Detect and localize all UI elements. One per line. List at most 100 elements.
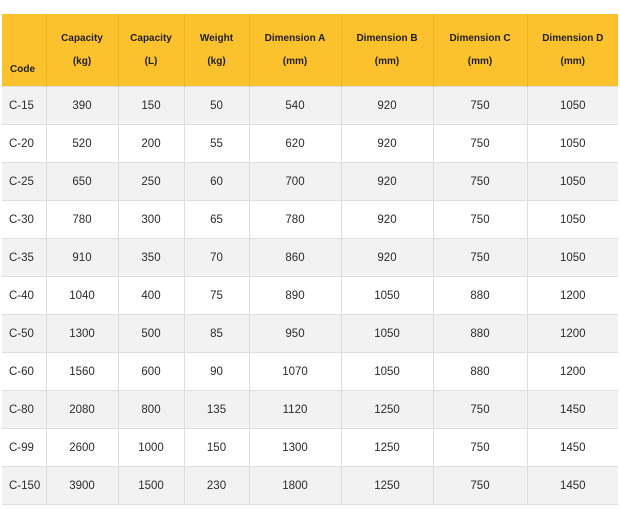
cell-dimension-d: 1050 (527, 86, 618, 125)
cell-code: C-15 (2, 86, 47, 125)
cell-capacity-l: 150 (118, 86, 185, 125)
header-code-label: Code (10, 64, 35, 75)
cell-dimension-a: 780 (249, 200, 342, 239)
cell-weight-kg: 135 (184, 390, 250, 429)
cell-capacity-kg: 3900 (46, 466, 119, 505)
header-line1: Dimension C (449, 33, 511, 44)
cell-dimension-c: 750 (433, 200, 528, 239)
cell-dimension-b: 920 (341, 238, 434, 277)
header-line2: (kg) (207, 56, 226, 67)
table-row: C-25 650 250 60 700 920 750 1050 (2, 162, 618, 201)
cell-dimension-d: 1050 (527, 124, 618, 163)
cell-dimension-a: 1800 (249, 466, 342, 505)
header-capacity-l: Capacity (L) (118, 14, 185, 87)
cell-dimension-d: 1050 (527, 200, 618, 239)
header-line2: (mm) (374, 56, 400, 67)
header-dimension-d: Dimension D (mm) (527, 14, 618, 87)
cell-dimension-a: 1300 (249, 428, 342, 467)
header-weight-kg: Weight (kg) (184, 14, 250, 87)
cell-code: C-30 (2, 200, 47, 239)
cell-capacity-l: 1500 (118, 466, 185, 505)
cell-capacity-l: 300 (118, 200, 185, 239)
cell-dimension-c: 750 (433, 428, 528, 467)
cell-weight-kg: 55 (184, 124, 250, 163)
cell-dimension-a: 620 (249, 124, 342, 163)
header-dimension-b: Dimension B (mm) (341, 14, 434, 87)
cell-dimension-d: 1200 (527, 352, 618, 391)
spec-table-container: Code Capacity (kg) Capacity (L) Weight (… (2, 14, 618, 505)
cell-code: C-40 (2, 276, 47, 315)
table-row: C-60 1560 600 90 1070 1050 880 1200 (2, 352, 618, 391)
cell-capacity-l: 350 (118, 238, 185, 277)
table-row: C-40 1040 400 75 890 1050 880 1200 (2, 276, 618, 315)
cell-weight-kg: 70 (184, 238, 250, 277)
cell-weight-kg: 150 (184, 428, 250, 467)
header-line2: (mm) (560, 56, 585, 67)
header-line2: (L) (144, 56, 158, 67)
cell-capacity-l: 250 (118, 162, 185, 201)
cell-dimension-b: 1050 (341, 276, 434, 315)
table-row: C-35 910 350 70 860 920 750 1050 (2, 238, 618, 277)
cell-weight-kg: 50 (184, 86, 250, 125)
cell-capacity-kg: 520 (46, 124, 119, 163)
header-line1: Weight (199, 33, 234, 44)
header-line2: (kg) (72, 56, 92, 67)
cell-dimension-d: 1050 (527, 162, 618, 201)
cell-dimension-a: 700 (249, 162, 342, 201)
cell-weight-kg: 60 (184, 162, 250, 201)
table-row: C-50 1300 500 85 950 1050 880 1200 (2, 314, 618, 353)
cell-dimension-d: 1450 (527, 390, 618, 429)
cell-dimension-d: 1450 (527, 428, 618, 467)
cell-dimension-b: 1250 (341, 390, 434, 429)
cell-weight-kg: 90 (184, 352, 250, 391)
header-line2: (mm) (467, 56, 493, 67)
table-row: C-80 2080 800 135 1120 1250 750 1450 (2, 390, 618, 429)
table-row: C-20 520 200 55 620 920 750 1050 (2, 124, 618, 163)
cell-dimension-a: 860 (249, 238, 342, 277)
header-line1: Capacity (130, 33, 172, 44)
cell-dimension-a: 890 (249, 276, 342, 315)
cell-dimension-b: 920 (341, 162, 434, 201)
table-body: C-15 390 150 50 540 920 750 1050 C-20 520 200 55 620… (2, 86, 618, 505)
cell-capacity-kg: 780 (46, 200, 119, 239)
cell-weight-kg: 65 (184, 200, 250, 239)
spec-table: Code Capacity (kg) Capacity (L) Weight (… (2, 14, 618, 505)
cell-dimension-c: 880 (433, 276, 528, 315)
cell-capacity-l: 200 (118, 124, 185, 163)
cell-weight-kg: 75 (184, 276, 250, 315)
cell-dimension-c: 750 (433, 162, 528, 201)
cell-capacity-l: 600 (118, 352, 185, 391)
cell-dimension-a: 950 (249, 314, 342, 353)
cell-dimension-c: 750 (433, 390, 528, 429)
cell-weight-kg: 230 (184, 466, 250, 505)
cell-dimension-d: 1450 (527, 466, 618, 505)
cell-code: C-99 (2, 428, 47, 467)
cell-code: C-150 (2, 466, 47, 505)
cell-capacity-l: 800 (118, 390, 185, 429)
cell-dimension-b: 1250 (341, 428, 434, 467)
cell-dimension-d: 1200 (527, 276, 618, 315)
cell-dimension-d: 1200 (527, 314, 618, 353)
cell-code: C-20 (2, 124, 47, 163)
cell-dimension-c: 880 (433, 314, 528, 353)
cell-capacity-kg: 1560 (46, 352, 119, 391)
table-row: C-30 780 300 65 780 920 750 1050 (2, 200, 618, 239)
cell-weight-kg: 85 (184, 314, 250, 353)
table-row: C-150 3900 1500 230 1800 1250 750 1450 (2, 466, 618, 505)
cell-capacity-kg: 1300 (46, 314, 119, 353)
cell-capacity-l: 1000 (118, 428, 185, 467)
cell-dimension-b: 920 (341, 124, 434, 163)
header-capacity-kg: Capacity (kg) (46, 14, 119, 87)
header-code: Code (2, 14, 47, 87)
header-dimension-c: Dimension C (mm) (433, 14, 528, 87)
cell-capacity-kg: 650 (46, 162, 119, 201)
table-header: Code Capacity (kg) Capacity (L) Weight (… (2, 14, 618, 87)
cell-dimension-b: 1250 (341, 466, 434, 505)
cell-dimension-c: 750 (433, 466, 528, 505)
cell-dimension-d: 1050 (527, 238, 618, 277)
cell-dimension-a: 540 (249, 86, 342, 125)
header-line1: Dimension B (356, 33, 418, 44)
cell-dimension-a: 1070 (249, 352, 342, 391)
cell-capacity-kg: 390 (46, 86, 119, 125)
cell-capacity-kg: 2080 (46, 390, 119, 429)
